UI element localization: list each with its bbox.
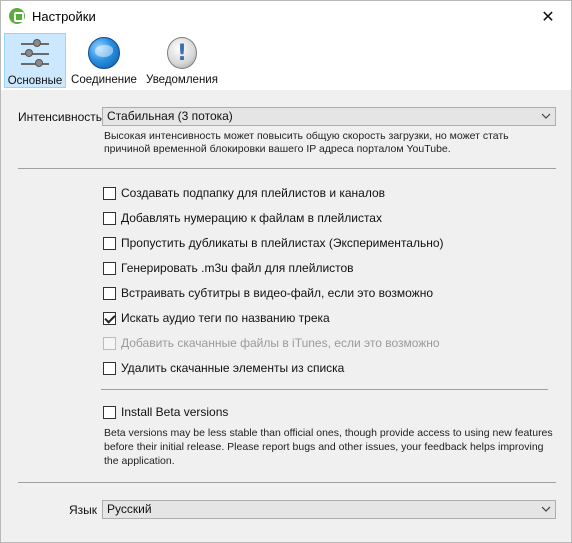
intensity-note-2: причиной временной блокировки вашего IP … [104,143,451,155]
option-itunes: Добавить скачанные файлы в iTunes, если … [103,335,440,351]
sliders-icon [18,37,52,71]
option-label: Добавлять нумерацию к файлам в плейлиста… [121,211,382,225]
option-beta[interactable]: Install Beta versions [103,404,228,420]
tab-general-label: Основные [7,75,63,87]
option-subfolder[interactable]: Создавать подпапку для плейлистов и кана… [103,185,385,201]
option-label: Генерировать .m3u файл для плейлистов [121,261,354,275]
chevron-down-icon [541,506,551,512]
window-title: Настройки [32,9,96,24]
checkbox[interactable] [103,405,116,419]
option-label: Встраивать субтитры в видео-файл, если э… [121,286,434,300]
tab-connection-label: Соединение [71,74,137,86]
divider [101,389,548,390]
language-label: Язык [69,503,98,517]
chevron-down-icon [541,113,551,119]
checkbox[interactable] [103,186,116,200]
divider [18,168,556,169]
intensity-select[interactable]: Стабильная (3 потока) [102,107,556,126]
app-logo-icon [9,8,25,24]
settings-tabs: Основные Соединение ! Уведомления [1,32,571,90]
tab-connection[interactable]: Соединение [68,33,140,88]
title-bar: Настройки ✕ [1,1,571,32]
divider [18,482,556,483]
checkbox-disabled [103,336,116,350]
checkbox-checked[interactable] [103,311,116,325]
checkbox[interactable] [103,261,116,275]
option-label: Пропустить дубликаты в плейлистах (Экспе… [121,236,444,250]
option-m3u[interactable]: Генерировать .m3u файл для плейлистов [103,260,354,276]
beta-note-2: before their initial release. Please rep… [104,441,544,453]
language-select[interactable]: Русский [102,500,556,519]
intensity-label: Интенсивность [18,110,103,124]
beta-note-1: Beta versions may be less stable than of… [104,427,553,439]
checkbox[interactable] [103,286,116,300]
option-label: Создавать подпапку для плейлистов и кана… [121,186,386,200]
tab-notifications-label: Уведомления [146,74,218,86]
option-label: Искать аудио теги по названию трека [121,311,330,325]
option-label: Добавить скачанные файлы в iTunes, если … [121,336,440,350]
checkbox[interactable] [103,236,116,250]
beta-label: Install Beta versions [121,405,229,419]
close-button[interactable]: ✕ [525,1,571,32]
tab-general[interactable]: Основные [4,33,66,88]
option-audio-tags[interactable]: Искать аудио теги по названию трека [103,310,330,326]
option-remove-downloaded[interactable]: Удалить скачанные элементы из списка [103,360,344,376]
tab-notifications[interactable]: ! Уведомления [144,33,220,88]
option-skip-duplicates[interactable]: Пропустить дубликаты в плейлистах (Экспе… [103,235,444,251]
option-label: Удалить скачанные элементы из списка [121,361,345,375]
beta-note-3: the application. [104,455,175,467]
globe-icon [87,36,121,70]
intensity-value: Стабильная (3 потока) [107,109,233,123]
checkbox[interactable] [103,361,116,375]
checkbox[interactable] [103,211,116,225]
language-value: Русский [107,502,152,516]
option-embed-subtitles[interactable]: Встраивать субтитры в видео-файл, если э… [103,285,433,301]
settings-window: Настройки ✕ Основные Соединение ! Уведом… [0,0,572,543]
option-numbering[interactable]: Добавлять нумерацию к файлам в плейлиста… [103,210,382,226]
alert-icon: ! [165,36,199,70]
